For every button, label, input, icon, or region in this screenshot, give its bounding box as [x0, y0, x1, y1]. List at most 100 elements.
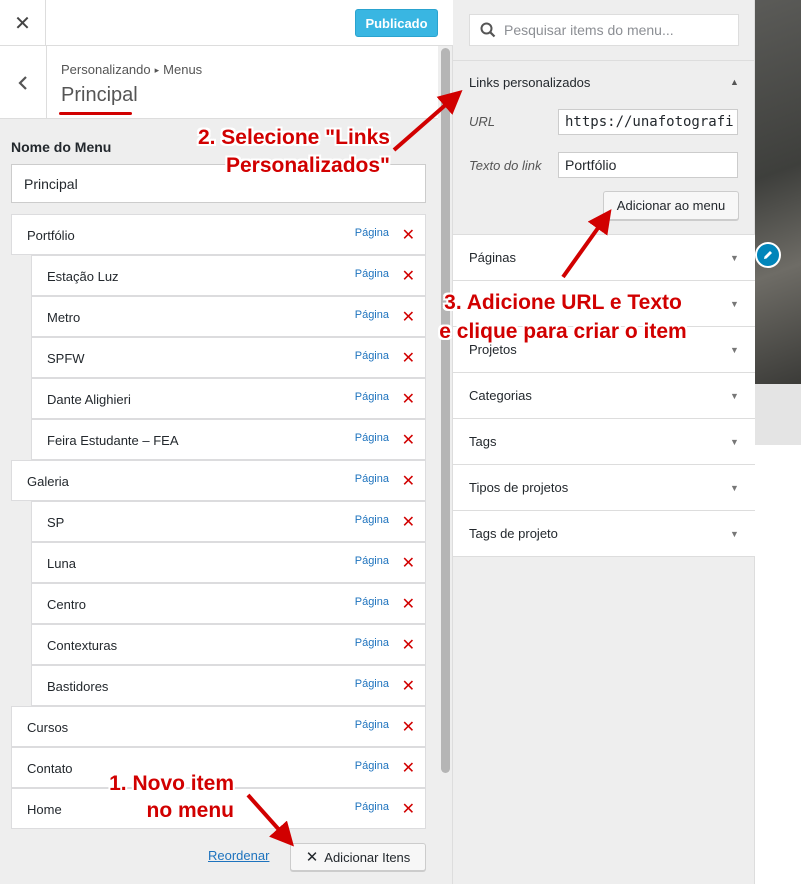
site-preview	[755, 0, 801, 884]
delete-icon[interactable]: ✕	[402, 799, 415, 819]
chevron-up-icon[interactable]: ▲	[730, 77, 739, 87]
menu-item-label: Feira Estudante – FEA	[47, 433, 179, 448]
panel-scrollbar[interactable]	[441, 48, 450, 773]
close-customizer-button[interactable]: ✕	[0, 0, 46, 46]
title-underline-annotation	[59, 112, 132, 115]
menu-item[interactable]: Metro Página ✕	[31, 296, 426, 337]
search-input[interactable]: Pesquisar items do menu...	[469, 14, 739, 46]
chevron-down-icon: ▼	[730, 391, 739, 401]
accordion-label: Tipos de projetos	[469, 480, 569, 495]
annotation-line: 2. Selecione "Links	[197, 126, 390, 149]
search-placeholder: Pesquisar items do menu...	[504, 22, 674, 38]
accordion-section[interactable]: Tags ▼	[453, 418, 755, 465]
accordion-label: Tags de projeto	[469, 526, 558, 541]
delete-icon[interactable]: ✕	[402, 676, 415, 696]
delete-icon[interactable]: ✕	[402, 635, 415, 655]
menu-item-type: Página	[354, 227, 389, 239]
annotation-line: no menu	[146, 799, 235, 822]
menu-item[interactable]: Centro Página ✕	[31, 583, 426, 624]
chevron-down-icon: ▼	[730, 345, 739, 355]
chevron-down-icon: ▼	[730, 299, 739, 309]
menu-item-type: Página	[354, 801, 389, 813]
add-items-label: Adicionar Itens	[324, 849, 411, 865]
preview-photo	[755, 0, 801, 384]
menu-item[interactable]: Bastidores Página ✕	[31, 665, 426, 706]
publish-button[interactable]: Publicado	[355, 9, 438, 37]
edit-shortcut-button[interactable]	[755, 242, 781, 268]
menu-item-type: Página	[354, 719, 389, 731]
menu-item-type: Página	[354, 432, 389, 444]
delete-icon[interactable]: ✕	[402, 430, 415, 450]
link-text-label: Texto do link	[469, 158, 542, 173]
menu-item[interactable]: Cursos Página ✕	[11, 706, 426, 747]
add-to-menu-button[interactable]: Adicionar ao menu	[603, 191, 739, 220]
menu-item-label: Home	[27, 802, 62, 817]
accordion-label: Páginas	[469, 250, 516, 265]
delete-icon[interactable]: ✕	[402, 266, 415, 286]
menu-item-label: Estação Luz	[47, 269, 119, 284]
menu-item[interactable]: SP Página ✕	[31, 501, 426, 542]
annotation-line: 1. Novo item	[109, 772, 234, 795]
delete-icon[interactable]: ✕	[402, 471, 415, 491]
menu-item-type: Página	[354, 350, 389, 362]
menu-item-type: Página	[354, 514, 389, 526]
annotation-line: 3. Adicione URL e Texto	[444, 291, 682, 314]
menu-item[interactable]: Portfólio Página ✕	[11, 214, 426, 255]
close-x-icon: ✕	[305, 849, 319, 866]
menu-item[interactable]: Luna Página ✕	[31, 542, 426, 583]
add-items-button[interactable]: ✕ Adicionar Itens	[290, 843, 426, 871]
menu-item-label: Centro	[47, 597, 87, 612]
accordion-section[interactable]: Categorias ▼	[453, 372, 755, 419]
menu-item-type: Página	[354, 391, 389, 403]
url-field[interactable]: https://unafotografi	[558, 109, 738, 135]
chevron-down-icon: ▼	[730, 529, 739, 539]
delete-icon[interactable]: ✕	[402, 389, 415, 409]
menu-item[interactable]: SPFW Página ✕	[31, 337, 426, 378]
menu-item[interactable]: Contexturas Página ✕	[31, 624, 426, 665]
search-icon	[480, 22, 496, 38]
divider	[453, 60, 755, 61]
menu-item-label: SPFW	[47, 351, 85, 366]
delete-icon[interactable]: ✕	[402, 717, 415, 737]
link-text-field[interactable]: Portfólio	[558, 152, 738, 178]
back-button[interactable]	[0, 46, 47, 119]
chevron-left-icon	[18, 75, 27, 90]
preview-block	[755, 384, 801, 445]
delete-icon[interactable]: ✕	[402, 758, 415, 778]
menu-item-label: SP	[47, 515, 65, 530]
menu-item[interactable]: Feira Estudante – FEA Página ✕	[31, 419, 426, 460]
accordion-section[interactable]: Tipos de projetos ▼	[453, 464, 755, 511]
menu-item[interactable]: Galeria Página ✕	[11, 460, 426, 501]
menu-item-label: Portfólio	[27, 228, 75, 243]
accordion-section[interactable]: Páginas ▼	[453, 234, 755, 281]
annotation-line: e clique para criar o item	[439, 320, 687, 343]
delete-icon[interactable]: ✕	[402, 594, 415, 614]
chevron-down-icon: ▼	[730, 253, 739, 263]
close-icon: ✕	[14, 12, 31, 35]
menu-item-type: Página	[354, 268, 389, 280]
menu-item-type: Página	[354, 678, 389, 690]
delete-icon[interactable]: ✕	[402, 512, 415, 532]
menu-item-label: Dante Alighieri	[47, 392, 131, 407]
delete-icon[interactable]: ✕	[402, 225, 415, 245]
menu-item-type: Página	[354, 760, 389, 772]
accordion-section[interactable]: Tags de projeto ▼	[453, 510, 755, 557]
menu-item-type: Página	[354, 637, 389, 649]
accordion-label: Categorias	[469, 388, 532, 403]
section-header: Personalizando ▸ Menus Principal	[0, 46, 438, 119]
pencil-icon	[764, 251, 772, 259]
breadcrumb: Personalizando ▸ Menus	[61, 62, 202, 77]
menu-name-label: Nome do Menu	[11, 139, 112, 155]
chevron-down-icon: ▼	[730, 483, 739, 493]
delete-icon[interactable]: ✕	[402, 553, 415, 573]
menu-item[interactable]: Estação Luz Página ✕	[31, 255, 426, 296]
reorder-link[interactable]: Reordenar	[208, 848, 269, 863]
menu-item-label: Contexturas	[47, 638, 118, 653]
menu-item-label: Cursos	[27, 720, 69, 735]
menu-item[interactable]: Dante Alighieri Página ✕	[31, 378, 426, 419]
custom-links-title[interactable]: Links personalizados	[469, 75, 590, 90]
menu-item-label: Contato	[27, 761, 73, 776]
url-label: URL	[469, 114, 496, 129]
delete-icon[interactable]: ✕	[402, 307, 415, 327]
delete-icon[interactable]: ✕	[402, 348, 415, 368]
